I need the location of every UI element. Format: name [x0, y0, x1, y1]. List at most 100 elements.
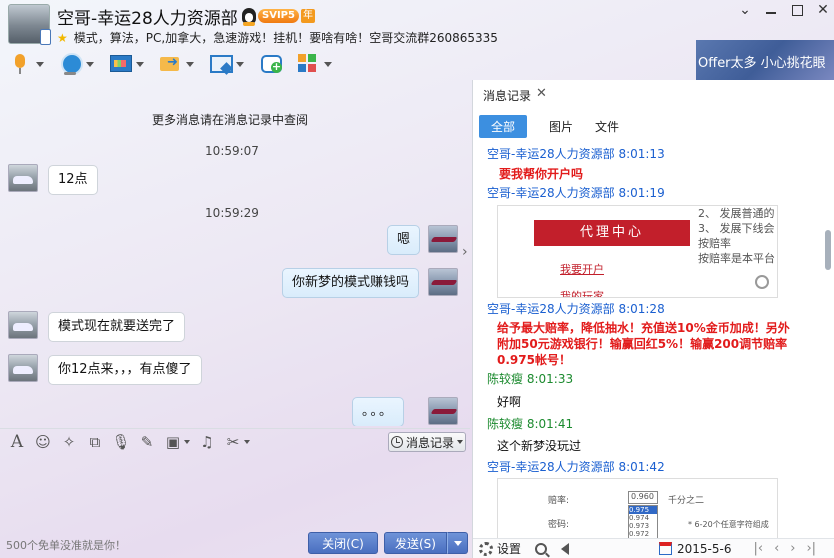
contact-avatar[interactable] — [8, 4, 51, 45]
history-log[interactable]: 空哥-幸运28人力资源部 8:01:13 要我帮你开户吗 空哥-幸运28人力资源… — [473, 140, 823, 540]
search-icon[interactable] — [535, 542, 548, 555]
ad-banner[interactable]: Offer太多 小心挑花眼 — [696, 40, 834, 80]
avatar[interactable] — [8, 164, 38, 192]
password-hint: * 6-20个任意字符组成 — [688, 520, 769, 529]
close-button[interactable]: 关闭(C) — [308, 532, 378, 554]
close-panel-icon[interactable]: ✕ — [536, 86, 547, 101]
menu-chevron-icon[interactable]: ⌄ — [738, 2, 752, 18]
my-players-link: 我的玩家 — [560, 290, 604, 298]
log-header: 空哥-幸运28人力资源部 8:01:13 — [487, 147, 665, 161]
odds-options: 0.975 0.974 0.973 0.972 — [628, 505, 658, 539]
chevron-down-icon[interactable] — [36, 61, 44, 67]
message-history-label: 消息记录 — [405, 435, 454, 450]
shake-window-icon[interactable]: ⧉ — [86, 433, 104, 451]
star-icon: ★ — [57, 30, 68, 45]
window-controls: ⌄ ✕ — [738, 2, 830, 18]
message-bubble-outgoing: 嗯 — [387, 225, 421, 255]
log-header: 陈较瘦 8:01:33 — [487, 372, 574, 386]
close-window-button[interactable]: ✕ — [816, 2, 830, 18]
avatar[interactable] — [8, 354, 38, 382]
page-navigation: |‹ ‹ › ›| — [753, 541, 816, 556]
add-chat-icon — [258, 52, 282, 76]
send-file-button[interactable] — [158, 51, 194, 77]
log-message: 好啊 — [497, 395, 522, 409]
odds-label: 赔率: — [548, 496, 570, 506]
avatar[interactable] — [8, 311, 38, 339]
promo-tip[interactable]: 500个免单没准就是你！ — [6, 537, 126, 553]
edit-icon[interactable]: ✎ — [138, 433, 156, 451]
collapse-panel-arrow-icon[interactable]: › — [462, 244, 468, 260]
remote-desktop-icon — [208, 52, 233, 76]
minimize-button[interactable] — [764, 2, 778, 18]
chevron-down-icon[interactable] — [184, 439, 190, 444]
speaker-icon[interactable] — [561, 542, 570, 555]
chevron-down-icon[interactable] — [136, 61, 144, 67]
tab-all[interactable]: 全部 — [479, 115, 528, 138]
prev-page-icon[interactable]: ‹ — [774, 541, 779, 556]
chevron-down-icon[interactable] — [186, 61, 194, 67]
microphone-icon — [8, 52, 32, 76]
message-input[interactable] — [0, 455, 470, 527]
signature-row: ★ 模式，算法，PC,加拿大，急速游戏！挂机！要啥有啥！空哥交流群2608653… — [57, 29, 498, 46]
mobile-online-icon — [40, 29, 51, 45]
screen-share-icon — [108, 52, 132, 76]
log-message: 要我帮你开户吗 — [499, 167, 584, 181]
voice-message-icon[interactable]: 🎙︎ — [111, 433, 130, 451]
video-call-button[interactable] — [58, 51, 94, 77]
create-discussion-button[interactable] — [258, 51, 282, 77]
history-panel: 消息记录 ✕ 全部 图片 文件 空哥-幸运28人力资源部 8:01:13 要我帮… — [472, 80, 834, 558]
log-message: 给予最大赔率，降低抽水！充值送10%金币加成！另外附加50元游戏银行！输赢回红5… — [497, 321, 790, 367]
gear-icon[interactable] — [479, 541, 493, 556]
history-scrollbar[interactable] — [824, 140, 832, 540]
svip-badge[interactable]: SVIP5 年 — [242, 8, 315, 26]
chevron-down-icon[interactable] — [236, 61, 244, 67]
ad-banner-text: Offer太多 小心挑花眼 — [698, 56, 826, 71]
emoji-icon[interactable]: ☺ — [34, 433, 52, 451]
send-button[interactable]: 发送(S) — [384, 532, 447, 554]
chat-messages[interactable]: 更多消息请在消息记录中查阅 10:59:07 12点 10:59:29 嗯 你新… — [0, 84, 470, 426]
message-bubble-incoming: 你12点来，，，有点傻了 — [48, 355, 202, 385]
scrollbar-thumb[interactable] — [825, 230, 831, 270]
password-label: 密码: — [548, 520, 570, 530]
image-icon[interactable]: ▣ — [164, 433, 182, 451]
avatar[interactable] — [428, 268, 458, 296]
history-date[interactable]: 2015-5-6 — [677, 542, 731, 556]
chevron-down-icon[interactable] — [324, 61, 332, 67]
voice-call-button[interactable] — [8, 51, 44, 77]
settings-label[interactable]: 设置 — [497, 540, 521, 557]
log-image-agent-center[interactable]: 代理中心 我要开户 我的玩家 2、 发展普通的 3、 发展下线会 按赔率 按赔率… — [497, 205, 778, 298]
remote-desktop-button[interactable] — [208, 51, 244, 77]
maximize-button[interactable] — [790, 2, 804, 18]
log-header: 空哥-幸运28人力资源部 8:01:42 — [487, 460, 665, 474]
next-page-icon[interactable]: › — [790, 541, 795, 556]
send-options-button[interactable] — [447, 532, 468, 554]
clock-icon — [390, 436, 403, 448]
log-image-odds-form[interactable]: 赔率: 0.960 0.975 0.974 0.973 0.972 千分之二 密… — [497, 478, 778, 540]
chevron-down-icon[interactable] — [86, 61, 94, 67]
apps-button[interactable] — [296, 51, 332, 77]
history-panel-title: 消息记录 — [483, 89, 532, 103]
avatar[interactable] — [428, 397, 458, 425]
music-icon[interactable]: ♫ — [198, 433, 216, 451]
screenshot-scissors-icon[interactable]: ✂ — [224, 433, 242, 451]
log-header: 陈较瘦 8:01:41 — [487, 417, 574, 431]
calendar-icon[interactable] — [659, 542, 673, 555]
svip-year: 年 — [300, 9, 315, 23]
chevron-down-icon — [457, 440, 463, 444]
more-history-hint[interactable]: 更多消息请在消息记录中查阅 — [0, 111, 460, 128]
tab-files[interactable]: 文件 — [595, 116, 619, 137]
chevron-down-icon[interactable] — [244, 439, 250, 444]
tab-images[interactable]: 图片 — [549, 116, 573, 137]
first-page-icon[interactable]: |‹ — [753, 541, 763, 556]
history-tabs: 全部 图片 文件 — [479, 115, 619, 138]
log-header: 空哥-幸运28人力资源部 8:01:28 — [487, 302, 665, 316]
share-screen-button[interactable] — [108, 51, 144, 77]
avatar[interactable] — [428, 225, 458, 253]
zoom-icon[interactable] — [755, 275, 769, 289]
font-icon[interactable]: A — [8, 432, 26, 452]
magic-wand-icon[interactable]: ✧ — [60, 433, 78, 451]
half-label: 千分之二 — [668, 496, 705, 506]
chat-toolbar — [0, 48, 470, 80]
message-history-button[interactable]: 消息记录 — [388, 432, 466, 452]
last-page-icon[interactable]: ›| — [806, 541, 816, 556]
